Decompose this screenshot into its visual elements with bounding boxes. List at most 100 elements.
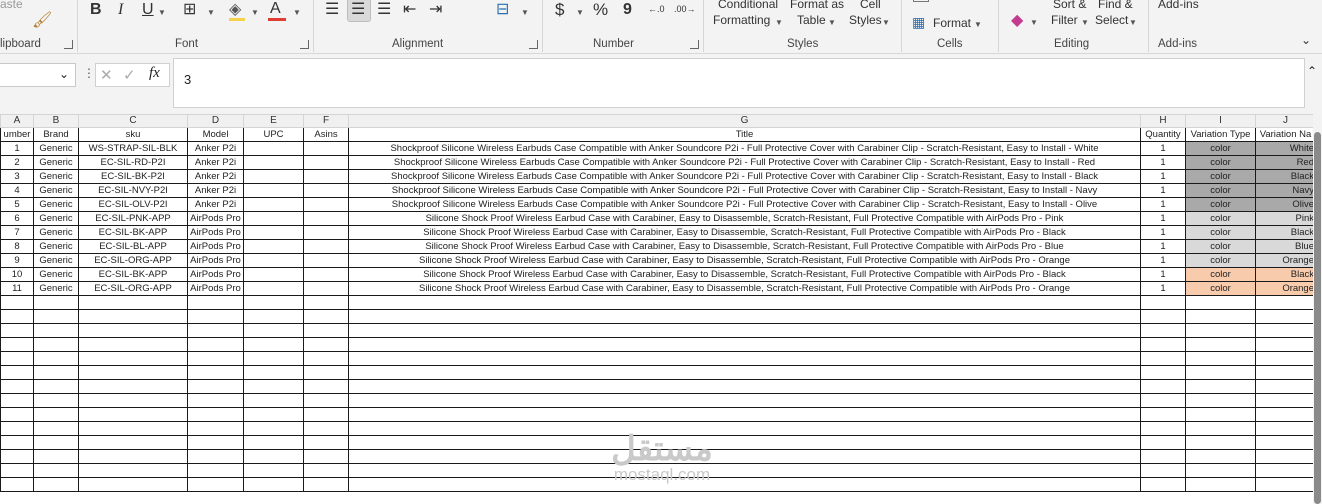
cell-number[interactable]: 11	[0, 281, 34, 296]
empty-cell[interactable]	[1140, 435, 1186, 450]
empty-cell[interactable]	[33, 463, 79, 478]
empty-cell[interactable]	[348, 407, 1141, 422]
column-letter[interactable]: F	[303, 114, 349, 128]
formula-input[interactable]: 3	[173, 58, 1305, 108]
empty-cell[interactable]	[33, 337, 79, 352]
cell-model[interactable]: AirPods Pro	[187, 253, 244, 268]
empty-cell[interactable]	[303, 463, 349, 478]
sort-filter-label-1[interactable]: Sort &	[1053, 0, 1086, 11]
format-painter-icon[interactable]: 🖌	[32, 11, 52, 31]
empty-cell[interactable]	[1255, 435, 1316, 450]
cell-model[interactable]: Anker P2i	[187, 169, 244, 184]
empty-cell[interactable]	[303, 477, 349, 492]
empty-cell[interactable]	[1140, 477, 1186, 492]
header-cell[interactable]: umber	[0, 127, 34, 142]
column-letter[interactable]: I	[1185, 114, 1256, 128]
comma-style-button[interactable]: 9	[623, 0, 632, 20]
cell-brand[interactable]: Generic	[33, 141, 79, 156]
format-cells-icon[interactable]: ▦	[912, 12, 925, 32]
insert-function-button[interactable]: fx	[149, 65, 160, 82]
header-cell[interactable]: Brand	[33, 127, 79, 142]
chevron-down-icon[interactable]: ▼	[158, 6, 166, 20]
column-letter[interactable]: D	[187, 114, 244, 128]
empty-cell[interactable]	[78, 295, 188, 310]
empty-cell[interactable]	[243, 295, 304, 310]
cell-sku[interactable]: EC-SIL-BK-APP	[78, 225, 188, 240]
cell-quantity[interactable]: 1	[1140, 197, 1186, 212]
empty-cell[interactable]	[243, 393, 304, 408]
empty-cell[interactable]	[243, 365, 304, 380]
empty-cell[interactable]	[78, 337, 188, 352]
empty-cell[interactable]	[78, 421, 188, 436]
cell-sku[interactable]: EC-SIL-NVY-P2I	[78, 183, 188, 198]
cell-asins[interactable]	[303, 155, 349, 170]
cell-asins[interactable]	[303, 183, 349, 198]
header-cell[interactable]: Variation Na	[1255, 127, 1316, 142]
empty-cell[interactable]	[0, 295, 34, 310]
cell-variation-name[interactable]: Red	[1255, 155, 1316, 170]
empty-cell[interactable]	[78, 351, 188, 366]
cell-brand[interactable]: Generic	[33, 211, 79, 226]
empty-cell[interactable]	[1185, 393, 1256, 408]
empty-cell[interactable]	[243, 435, 304, 450]
cell-quantity[interactable]: 1	[1140, 239, 1186, 254]
cell-title[interactable]: Shockproof Silicone Wireless Earbuds Cas…	[348, 169, 1141, 184]
cell-upc[interactable]	[243, 169, 304, 184]
chevron-down-icon[interactable]: ▼	[828, 16, 836, 30]
currency-button[interactable]: $	[555, 0, 564, 20]
empty-cell[interactable]	[0, 337, 34, 352]
cell-brand[interactable]: Generic	[33, 183, 79, 198]
cell-variation-name[interactable]: Orange	[1255, 281, 1316, 296]
cell-variation-type[interactable]: color	[1185, 253, 1256, 268]
cell-number[interactable]: 10	[0, 267, 34, 282]
column-letter[interactable]: G	[348, 114, 1141, 128]
empty-cell[interactable]	[1140, 463, 1186, 478]
header-cell[interactable]: Quantity	[1140, 127, 1186, 142]
empty-cell[interactable]	[187, 323, 244, 338]
italic-button[interactable]: I	[118, 0, 123, 20]
empty-cell[interactable]	[1255, 337, 1316, 352]
font-launcher-icon[interactable]	[300, 40, 309, 49]
empty-cell[interactable]	[33, 449, 79, 464]
empty-cell[interactable]	[33, 323, 79, 338]
empty-cell[interactable]	[1140, 323, 1186, 338]
cell-quantity[interactable]: 1	[1140, 183, 1186, 198]
cell-brand[interactable]: Generic	[33, 225, 79, 240]
empty-cell[interactable]	[1185, 365, 1256, 380]
empty-cell[interactable]	[1185, 295, 1256, 310]
cancel-icon[interactable]: ✕	[100, 66, 113, 84]
cell-variation-name[interactable]: Orange	[1255, 253, 1316, 268]
empty-cell[interactable]	[0, 393, 34, 408]
chevron-down-icon[interactable]: ▼	[207, 6, 215, 20]
cell-sku[interactable]: EC-SIL-OLV-P2I	[78, 197, 188, 212]
empty-cell[interactable]	[243, 323, 304, 338]
increase-indent-icon[interactable]: ⇥	[429, 0, 442, 20]
empty-cell[interactable]	[187, 435, 244, 450]
empty-cell[interactable]	[0, 309, 34, 324]
empty-cell[interactable]	[243, 421, 304, 436]
cell-styles-label-2[interactable]: Styles	[849, 13, 882, 27]
cell-quantity[interactable]: 1	[1140, 141, 1186, 156]
decrease-decimal-icon[interactable]: .00→	[674, 2, 696, 16]
format-as-table-label-2[interactable]: Table	[797, 13, 826, 27]
empty-cell[interactable]	[243, 463, 304, 478]
cell-brand[interactable]: Generic	[33, 239, 79, 254]
cell-title[interactable]: Shockproof Silicone Wireless Earbuds Cas…	[348, 155, 1141, 170]
collapse-formula-bar-icon[interactable]: ⌃	[1307, 64, 1317, 78]
empty-cell[interactable]	[1185, 407, 1256, 422]
cell-upc[interactable]	[243, 211, 304, 226]
cell-asins[interactable]	[303, 281, 349, 296]
cell-sku[interactable]: EC-SIL-ORG-APP	[78, 253, 188, 268]
empty-cell[interactable]	[303, 421, 349, 436]
empty-cell[interactable]	[303, 449, 349, 464]
cell-model[interactable]: Anker P2i	[187, 183, 244, 198]
cell-title[interactable]: Shockproof Silicone Wireless Earbuds Cas…	[348, 197, 1141, 212]
empty-cell[interactable]	[33, 365, 79, 380]
cell-model[interactable]: AirPods Pro	[187, 267, 244, 282]
empty-cell[interactable]	[1140, 379, 1186, 394]
empty-cell[interactable]	[1185, 421, 1256, 436]
cell-asins[interactable]	[303, 267, 349, 282]
cell-asins[interactable]	[303, 225, 349, 240]
empty-cell[interactable]	[0, 379, 34, 394]
empty-cell[interactable]	[243, 449, 304, 464]
